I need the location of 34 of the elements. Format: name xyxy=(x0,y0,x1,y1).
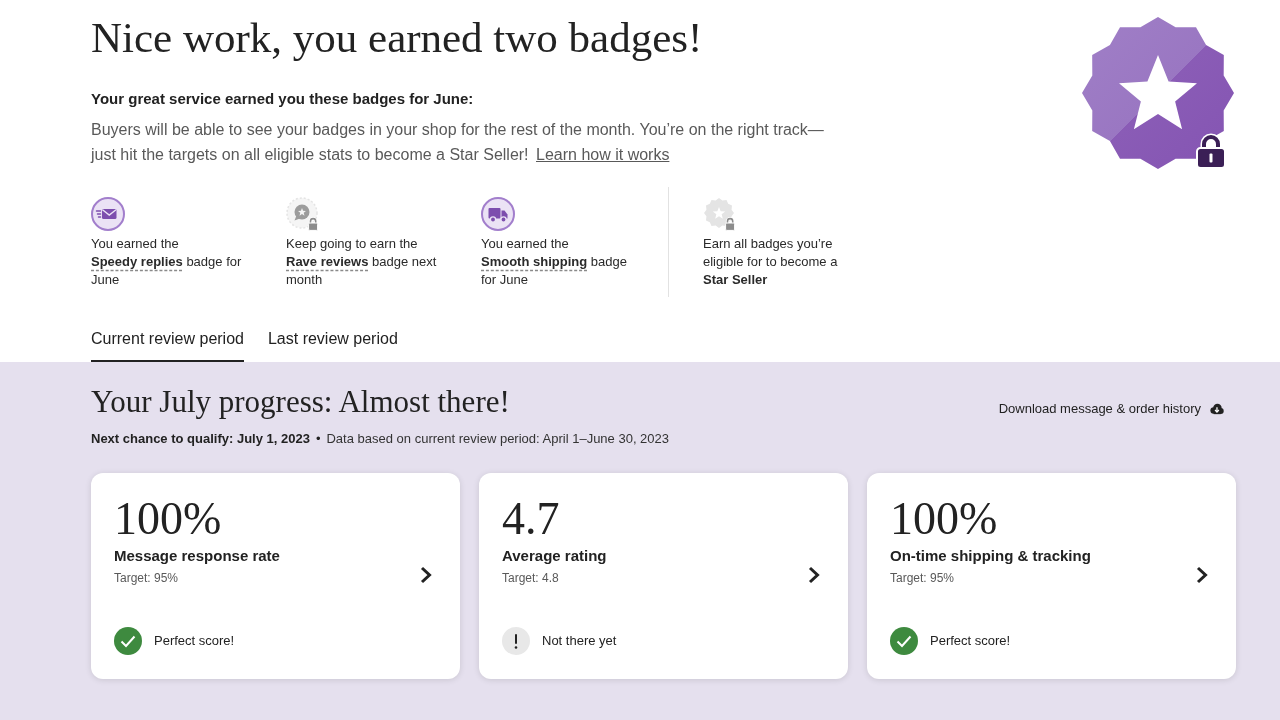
badge-name-link[interactable]: Smooth shipping xyxy=(481,254,588,269)
metric-target: Target: 95% xyxy=(890,570,956,586)
description-text: Buyers will be able to see your badges in your shop for the rest of the month. You’re on the right track—just hit the targets on all eligible stats to become a Star Seller! Learn how it works xyxy=(91,120,825,165)
metric-label: On-time shipping & tracking xyxy=(890,546,1092,566)
chevron-right-icon[interactable] xyxy=(1196,566,1208,584)
status-text: Not there yet xyxy=(542,632,617,650)
metric-label: Message response rate xyxy=(114,546,281,566)
cloud-download-icon xyxy=(1209,403,1224,415)
chevron-right-icon[interactable] xyxy=(420,566,432,584)
section-title: Your July progress: Almost there! xyxy=(91,383,510,421)
chevron-right-icon[interactable] xyxy=(808,566,820,584)
metric-target: Target: 95% xyxy=(114,570,180,586)
download-link[interactable]: Download message & order history xyxy=(998,400,1224,418)
status-text: Perfect score! xyxy=(930,632,1011,650)
badge-name-link[interactable]: Rave reviews xyxy=(286,254,369,269)
badge-name-link[interactable]: Speedy replies xyxy=(91,254,183,269)
badge-caption: You earned the Speedy replies badge for June xyxy=(91,235,243,289)
tab[interactable]: Last review period xyxy=(267,318,398,362)
data-period-text: Data based on current review period: April 1–June 30, 2023 xyxy=(326,430,670,448)
metric-value: 100% xyxy=(114,495,223,543)
subtitle-text: Your great service earned you these badges for June: xyxy=(91,89,475,109)
star-badge-icon xyxy=(1082,17,1234,169)
status-text: Perfect score! xyxy=(154,632,235,650)
badge-caption: Earn all badges you’re eligible for to become a Star Seller xyxy=(703,235,839,289)
badge-caption: Keep going to earn the Rave reviews badge next month xyxy=(286,235,438,289)
metric-target: Target: 4.8 xyxy=(502,570,560,586)
badge-caption: You earned the Smooth shipping badge for June xyxy=(481,235,628,289)
separator-dot: • xyxy=(315,430,321,448)
qualify-date-text: Next chance to qualify: July 1, 2023 xyxy=(91,430,310,448)
metric-value: 4.7 xyxy=(502,495,561,543)
metric-value: 100% xyxy=(890,495,999,543)
metric-label: Average rating xyxy=(502,546,608,566)
learn-how-link[interactable]: Learn how it works xyxy=(536,146,670,163)
page-title: Nice work, you earned two badges! xyxy=(91,13,704,63)
